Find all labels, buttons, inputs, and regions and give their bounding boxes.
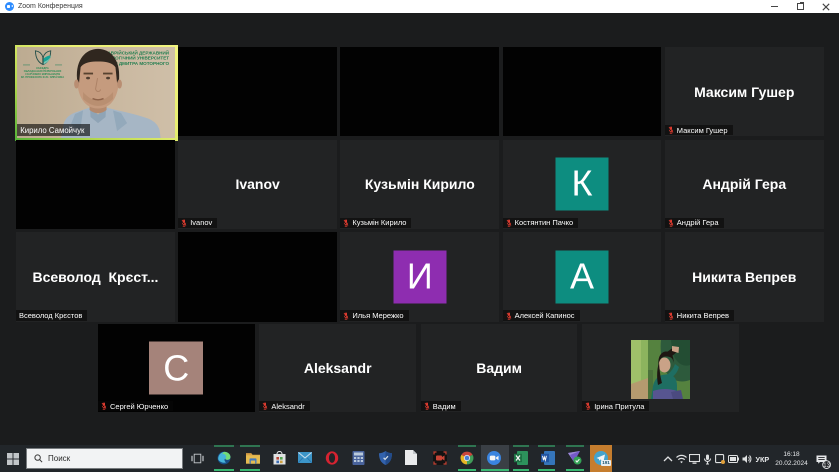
svg-text:13: 13	[823, 462, 830, 468]
svg-text:ТАВРІЙСЬКИЙ ДЕРЖАВНИЙ: ТАВРІЙСЬКИЙ ДЕРЖАВНИЙ	[105, 49, 169, 56]
svg-text:ІМ. ПРОФЕСОРА Ф.Ю. ЯЛПАЧИКА: ІМ. ПРОФЕСОРА Ф.Ю. ЯЛПАЧИКА	[21, 75, 64, 79]
